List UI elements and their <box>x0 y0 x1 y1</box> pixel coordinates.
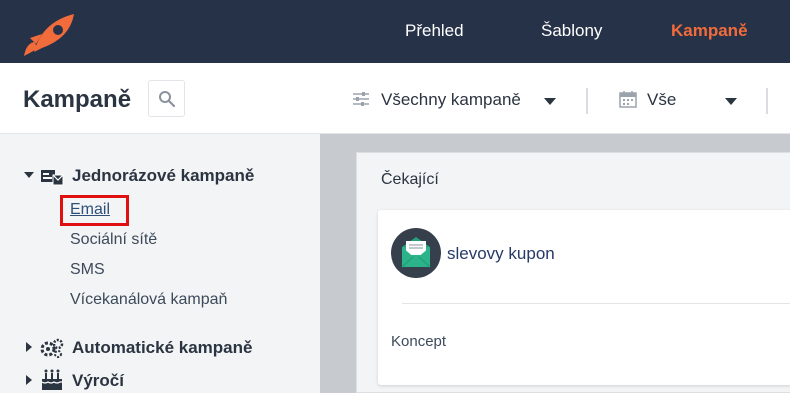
expand-arrow-icon <box>26 342 32 352</box>
panel-title: Čekající <box>381 171 439 188</box>
sidebar-section-label: Jednorázové kampaně <box>72 166 255 185</box>
one-time-campaign-icon <box>41 170 64 186</box>
chevron-down-icon <box>725 98 737 105</box>
nav-kampane[interactable]: Kampaně <box>671 21 748 41</box>
campaign-filter-label: Všechny kampaně <box>381 90 521 109</box>
campaign-status: Koncept <box>391 333 447 350</box>
highlight-box <box>60 195 129 226</box>
divider <box>586 88 588 114</box>
date-filter-label: Vše <box>647 90 677 109</box>
rocket-logo-icon[interactable] <box>12 8 84 58</box>
campaign-title: slevovy kupon <box>447 244 555 263</box>
sidebar-item-social[interactable]: Sociální sítě <box>70 231 157 249</box>
sidebar-section-label: Výročí <box>72 371 124 390</box>
page-header: Kampaně Všechny kampaně Vše <box>0 63 790 134</box>
nav-sablony[interactable]: Šablony <box>541 21 602 41</box>
calendar-icon <box>619 91 637 108</box>
nav-prehled[interactable]: Přehled <box>405 21 464 41</box>
search-button[interactable] <box>148 80 185 117</box>
sidebar-section-label: Automatické kampaně <box>72 338 253 357</box>
sidebar-item-sms[interactable]: SMS <box>70 261 105 279</box>
sliders-icon <box>353 92 369 106</box>
main-content: Čekající slevovy kupon Koncept <box>320 134 790 393</box>
expand-arrow-icon <box>24 172 34 178</box>
email-campaign-icon <box>391 228 441 278</box>
page-title: Kampaně <box>23 86 132 113</box>
cake-icon <box>41 369 62 390</box>
expand-arrow-icon <box>26 375 32 385</box>
chevron-down-icon <box>544 98 556 105</box>
gears-icon <box>40 338 64 358</box>
sidebar-item-multichannel[interactable]: Vícekanálová kampaň <box>70 291 227 309</box>
divider <box>766 88 768 114</box>
search-icon <box>159 91 176 108</box>
divider <box>402 303 790 304</box>
campaign-card[interactable]: slevovy kupon Koncept <box>378 210 790 385</box>
pending-panel: Čekající slevovy kupon Koncept <box>356 152 790 393</box>
top-navbar: Přehled Šablony Kampaně <box>0 0 790 63</box>
